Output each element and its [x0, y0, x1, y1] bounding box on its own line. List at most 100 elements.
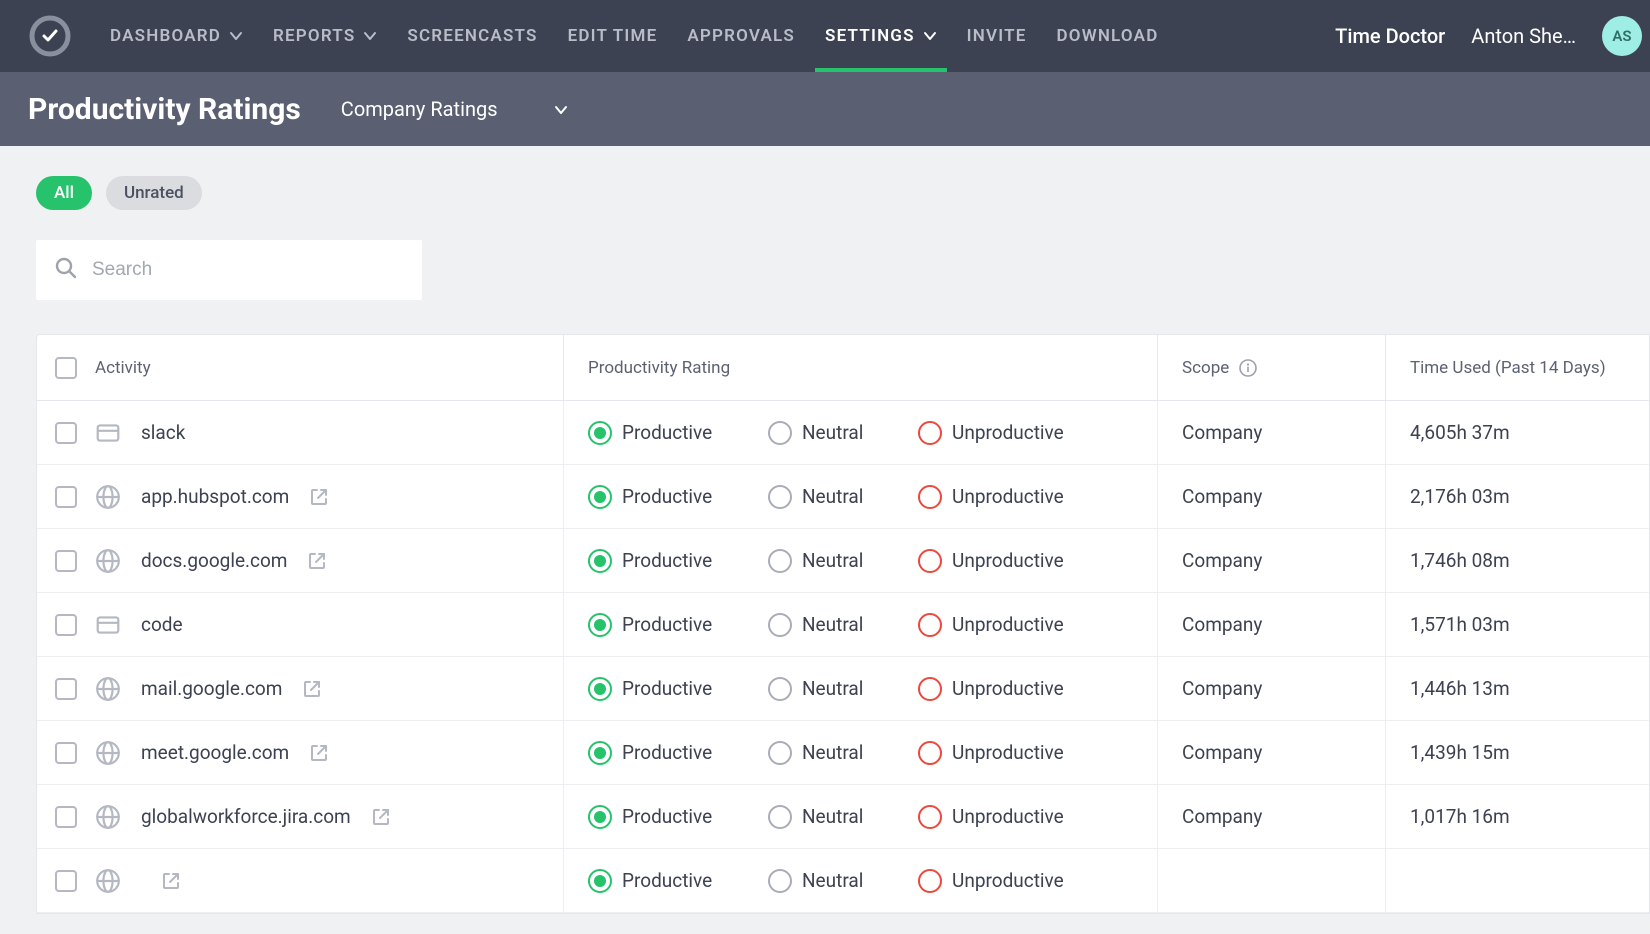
avatar[interactable]: AS: [1602, 16, 1642, 56]
rating-label: Neutral: [802, 869, 863, 892]
app-logo[interactable]: [28, 14, 72, 58]
rating-option-unproductive[interactable]: Unproductive: [918, 805, 1098, 829]
row-checkbox-cell: [37, 678, 95, 700]
nav-item-approvals[interactable]: APPROVALS: [687, 0, 795, 72]
scope-cell[interactable]: Company: [1157, 657, 1385, 720]
nav-item-dashboard[interactable]: DASHBOARD: [110, 0, 243, 72]
activity-cell: app.hubspot.com: [95, 484, 563, 510]
rating-option-neutral[interactable]: Neutral: [768, 549, 888, 573]
header-scope: Scope: [1157, 335, 1385, 400]
activity-name: mail.google.com: [141, 677, 282, 700]
rating-option-productive[interactable]: Productive: [588, 421, 738, 445]
rating-option-productive[interactable]: Productive: [588, 677, 738, 701]
table-row: mail.google.com Productive Neutral Unproduc…: [37, 657, 1649, 721]
nav-item-label: SETTINGS: [825, 26, 915, 46]
radio-neutral-icon: [768, 485, 792, 509]
rating-option-unproductive[interactable]: Unproductive: [918, 421, 1098, 445]
activity-cell: docs.google.com: [95, 548, 563, 574]
row-checkbox[interactable]: [55, 742, 77, 764]
filter-row: All Unrated: [36, 176, 1650, 210]
external-link-icon[interactable]: [302, 679, 322, 699]
rating-option-neutral[interactable]: Neutral: [768, 741, 888, 765]
scope-cell[interactable]: [1157, 849, 1385, 912]
nav-item-settings[interactable]: SETTINGS: [825, 0, 937, 72]
rating-cell: Productive Neutral Unproductive: [563, 721, 1157, 784]
globe-icon: [95, 804, 121, 830]
nav-item-download[interactable]: DOWNLOAD: [1057, 0, 1159, 72]
rating-label: Neutral: [802, 805, 863, 828]
activity-cell: globalworkforce.jira.com: [95, 804, 563, 830]
table-row: Productive Neutral Unproductive: [37, 849, 1649, 913]
search-input[interactable]: [92, 259, 404, 281]
radio-productive-icon: [588, 421, 612, 445]
rating-option-neutral[interactable]: Neutral: [768, 805, 888, 829]
rating-option-productive[interactable]: Productive: [588, 805, 738, 829]
nav-right: Time Doctor Anton She… AS: [1335, 16, 1622, 56]
rating-option-neutral[interactable]: Neutral: [768, 869, 888, 893]
activity-cell: mail.google.com: [95, 676, 563, 702]
scope-cell[interactable]: Company: [1157, 465, 1385, 528]
scope-cell[interactable]: Company: [1157, 721, 1385, 784]
nav-item-screencasts[interactable]: SCREENCASTS: [407, 0, 537, 72]
activity-cell: [95, 868, 563, 894]
scope-cell[interactable]: Company: [1157, 401, 1385, 464]
rating-option-unproductive[interactable]: Unproductive: [918, 741, 1098, 765]
external-link-icon[interactable]: [371, 807, 391, 827]
radio-productive-icon: [588, 485, 612, 509]
scope-cell[interactable]: Company: [1157, 785, 1385, 848]
scope-selector[interactable]: Company Ratings: [341, 97, 568, 121]
rating-option-neutral[interactable]: Neutral: [768, 421, 888, 445]
rating-option-unproductive[interactable]: Unproductive: [918, 549, 1098, 573]
row-checkbox[interactable]: [55, 614, 77, 636]
scope-cell[interactable]: Company: [1157, 529, 1385, 592]
row-checkbox-cell: [37, 422, 95, 444]
nav-item-label: INVITE: [967, 26, 1027, 46]
globe-icon: [95, 548, 121, 574]
row-checkbox[interactable]: [55, 678, 77, 700]
rating-label: Unproductive: [952, 869, 1064, 892]
row-checkbox[interactable]: [55, 550, 77, 572]
rating-option-unproductive[interactable]: Unproductive: [918, 613, 1098, 637]
nav-item-label: REPORTS: [273, 26, 355, 46]
table-row: slackProductiveNeutralUnproductiveCompan…: [37, 401, 1649, 465]
filter-all[interactable]: All: [36, 176, 92, 210]
row-checkbox[interactable]: [55, 806, 77, 828]
row-checkbox-cell: [37, 870, 95, 892]
row-checkbox[interactable]: [55, 422, 77, 444]
rating-option-neutral[interactable]: Neutral: [768, 485, 888, 509]
info-icon[interactable]: [1239, 359, 1257, 377]
scope-cell[interactable]: Company: [1157, 593, 1385, 656]
rating-option-productive[interactable]: Productive: [588, 485, 738, 509]
rating-cell: Productive Neutral Unproductive: [563, 849, 1157, 912]
select-all-checkbox[interactable]: [55, 357, 77, 379]
nav-item-reports[interactable]: REPORTS: [273, 0, 377, 72]
user-name[interactable]: Anton She…: [1471, 24, 1576, 48]
nav-item-edit-time[interactable]: EDIT TIME: [568, 0, 658, 72]
globe-icon: [95, 484, 121, 510]
external-link-icon[interactable]: [309, 487, 329, 507]
rating-option-productive[interactable]: Productive: [588, 613, 738, 637]
rating-option-productive[interactable]: Productive: [588, 741, 738, 765]
rating-option-unproductive[interactable]: Unproductive: [918, 677, 1098, 701]
rating-option-neutral[interactable]: Neutral: [768, 677, 888, 701]
external-link-icon[interactable]: [307, 551, 327, 571]
rating-option-unproductive[interactable]: Unproductive: [918, 869, 1098, 893]
row-checkbox[interactable]: [55, 486, 77, 508]
radio-neutral-icon: [768, 869, 792, 893]
rating-option-neutral[interactable]: Neutral: [768, 613, 888, 637]
filter-unrated[interactable]: Unrated: [106, 176, 202, 210]
rating-option-productive[interactable]: Productive: [588, 549, 738, 573]
search-box[interactable]: [36, 240, 422, 300]
rating-option-productive[interactable]: Productive: [588, 869, 738, 893]
radio-neutral-icon: [768, 549, 792, 573]
row-checkbox[interactable]: [55, 870, 77, 892]
external-link-icon[interactable]: [309, 743, 329, 763]
rating-cell: Productive Neutral Unproductive: [563, 529, 1157, 592]
row-checkbox-cell: [37, 806, 95, 828]
nav-item-invite[interactable]: INVITE: [967, 0, 1027, 72]
external-link-icon[interactable]: [161, 871, 181, 891]
search-icon: [54, 256, 78, 284]
row-checkbox-cell: [37, 486, 95, 508]
rating-option-unproductive[interactable]: Unproductive: [918, 485, 1098, 509]
radio-unproductive-icon: [918, 741, 942, 765]
